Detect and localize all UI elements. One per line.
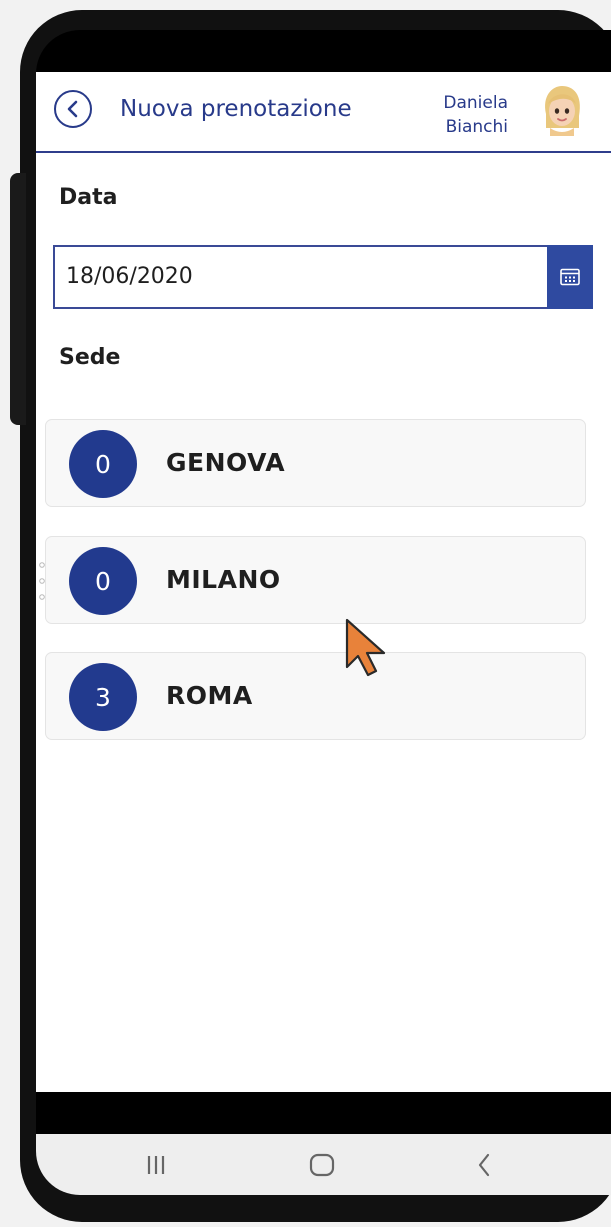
page-title: Nuova prenotazione <box>120 96 352 122</box>
app-content: Nuova prenotazione Daniela Bianchi Data … <box>36 72 611 1092</box>
chevron-left-icon <box>67 100 78 118</box>
phone-side-button <box>10 173 26 425</box>
mouse-cursor-icon <box>345 618 386 677</box>
home-button[interactable] <box>302 1150 342 1180</box>
home-icon <box>309 1153 335 1177</box>
bottom-black-bar <box>36 1092 611 1134</box>
phone-screen: Nuova prenotazione Daniela Bianchi Data … <box>36 30 611 1195</box>
app-header: Nuova prenotazione Daniela Bianchi <box>36 72 611 153</box>
location-name: GENOVA <box>166 448 286 477</box>
recent-apps-button[interactable] <box>136 1150 176 1180</box>
android-nav-bar <box>36 1134 611 1195</box>
count-badge: 3 <box>69 663 137 731</box>
calendar-button[interactable] <box>547 245 593 309</box>
date-label: Data <box>59 185 118 210</box>
location-card-genova[interactable]: 0 GENOVA <box>45 419 586 507</box>
location-card-roma[interactable]: 3 ROMA <box>45 652 586 740</box>
count-badge: 0 <box>69 430 137 498</box>
drag-handle-icon[interactable] <box>39 561 45 601</box>
back-button[interactable] <box>54 90 92 128</box>
location-label: Sede <box>59 345 121 370</box>
date-value[interactable]: 18/06/2020 <box>66 264 193 289</box>
recent-apps-icon <box>147 1156 165 1174</box>
back-icon <box>478 1153 490 1177</box>
back-nav-button[interactable] <box>464 1150 504 1180</box>
location-name: ROMA <box>166 681 253 710</box>
avatar[interactable] <box>538 84 586 136</box>
location-card-milano[interactable]: 0 MILANO <box>39 536 586 624</box>
user-first-name: Daniela <box>443 93 508 113</box>
count-badge: 0 <box>69 547 137 615</box>
location-name: MILANO <box>166 565 281 594</box>
calendar-icon <box>560 268 580 286</box>
user-name: Daniela Bianchi <box>388 91 508 139</box>
date-picker[interactable]: 18/06/2020 <box>53 245 593 309</box>
user-last-name: Bianchi <box>445 117 508 137</box>
